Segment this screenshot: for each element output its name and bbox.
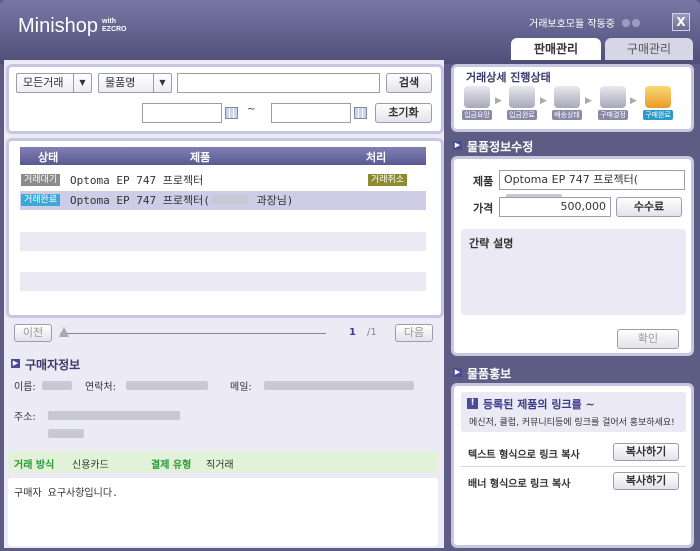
step-purchase-decision: 구매결정 — [598, 86, 628, 124]
payment-method-value: 신용카드 — [72, 460, 109, 471]
product-label: 제품 — [473, 175, 494, 188]
address-value — [48, 411, 180, 420]
arrow-right-icon: ▶ — [540, 96, 547, 106]
calendar-icon[interactable] — [354, 107, 367, 119]
product-name: Optoma EP 747 프로젝터 — [70, 174, 204, 187]
package-icon — [645, 86, 671, 108]
search-button[interactable]: 검색 — [386, 73, 432, 93]
price-input[interactable]: 500,000 — [499, 197, 611, 217]
date-from-input[interactable] — [142, 103, 222, 123]
address-detail-value — [48, 429, 84, 438]
trade-list-panel — [6, 138, 444, 318]
payment-type-value: 직거래 — [206, 460, 234, 471]
protection-status: 거래보호모듈 작동중 — [529, 19, 615, 30]
section-arrow-icon: ▶ — [453, 368, 462, 377]
next-page-button[interactable]: 다음 — [395, 324, 433, 342]
page-slider[interactable] — [60, 333, 326, 334]
table-row[interactable]: 거래완료 Optoma EP 747 프로젝터( 과장님) — [20, 191, 426, 210]
date-separator: ~ — [247, 104, 256, 115]
product-name-input[interactable]: Optoma EP 747 프로젝터( — [499, 170, 685, 203]
description-label: 간략 설명 — [469, 237, 514, 250]
buyer-info-title: 구매자정보 — [25, 358, 81, 372]
slider-handle[interactable] — [59, 327, 69, 337]
price-label: 가격 — [473, 202, 494, 215]
promo-notice: ! 등록된 제품의 링크를 ~ 메신저, 클럽, 커뮤니티등에 링크를 걸어서 … — [461, 392, 686, 432]
box-icon — [554, 86, 580, 108]
step-purchase-complete: 구매완료 — [643, 86, 673, 124]
status-dot-icon — [632, 19, 640, 27]
section-arrow-icon: ▶ — [453, 141, 462, 150]
arrow-right-icon: ▶ — [495, 96, 502, 106]
buyer-contact-row: 이름: 연락처: 메일: — [8, 373, 438, 396]
description-area[interactable]: 간략 설명 — [461, 229, 686, 315]
payment-info-row: 거래 방식 신용카드 결제 유형 직거래 — [8, 451, 438, 473]
info-icon: ! — [467, 398, 478, 409]
money-icon — [509, 86, 535, 108]
search-field-select[interactable]: 물품명 ▼ — [98, 73, 172, 93]
chevron-down-icon: ▼ — [153, 74, 171, 92]
section-arrow-icon: ▶ — [11, 359, 20, 368]
current-page: 1 — [349, 327, 356, 338]
step-deposit-required: 입금요망 — [462, 86, 492, 124]
promo-title: 물품홍보 — [467, 367, 512, 381]
progress-title: 거래상세 진행상태 — [466, 71, 551, 84]
logo-suffix: with EZCRO — [102, 18, 127, 33]
date-to-input[interactable] — [271, 103, 351, 123]
handshake-icon — [600, 86, 626, 108]
tab-buy-management[interactable]: 구매관리 — [605, 38, 693, 60]
product-name: Optoma EP 747 프로젝터( 과장님) — [70, 194, 294, 207]
reset-button[interactable]: 초기화 — [375, 103, 432, 123]
name-label: 이름: — [14, 382, 36, 393]
edit-product-title: 물품정보수정 — [467, 140, 534, 154]
contact-value — [126, 381, 208, 390]
promo-notice-text: 메신저, 클럽, 커뮤니티등에 링크를 걸어서 홍보하세요! — [469, 418, 675, 428]
status-dot-icon — [622, 19, 630, 27]
buyer-request-box: 구매자 요구사항입니다. — [8, 478, 438, 546]
app-logo: Minishop — [18, 15, 99, 37]
arrow-right-icon: ▶ — [630, 96, 637, 106]
address-label: 주소: — [14, 412, 36, 423]
fee-button[interactable]: 수수료 — [616, 197, 682, 217]
copy-text-link-button[interactable]: 복사하기 — [613, 443, 679, 461]
tab-sell-management[interactable]: 판매관리 — [511, 38, 601, 60]
name-value — [42, 381, 72, 390]
divider — [461, 466, 686, 467]
prev-page-button[interactable]: 이전 — [14, 324, 52, 342]
buyer-address-row: 주소: — [8, 402, 438, 444]
contact-label: 연락처: — [85, 382, 116, 393]
payment-type-label: 결제 유형 — [151, 460, 192, 471]
email-value — [264, 381, 414, 390]
confirm-button[interactable]: 확인 — [617, 329, 679, 349]
copy-banner-link-button[interactable]: 복사하기 — [613, 472, 679, 490]
text-link-label: 텍스트 형식으로 링크 복사 — [468, 450, 580, 461]
calendar-icon[interactable] — [225, 107, 238, 119]
status-badge: 거래완료 — [21, 194, 61, 206]
table-row — [20, 232, 426, 251]
close-button[interactable]: X — [672, 13, 690, 31]
magnifier-icon — [464, 86, 490, 108]
column-header-status: 상태 — [38, 151, 59, 164]
trade-type-select[interactable]: 모든거래 ▼ — [16, 73, 92, 93]
buyer-request-text: 구매자 요구사항입니다. — [14, 488, 119, 499]
payment-method-label: 거래 방식 — [14, 460, 55, 471]
chevron-down-icon: ▼ — [73, 74, 91, 92]
email-label: 메일: — [230, 382, 252, 393]
search-input[interactable] — [177, 73, 380, 93]
banner-link-label: 배너 형식으로 링크 복사 — [468, 479, 571, 490]
column-header-product: 제품 — [190, 151, 211, 164]
arrow-right-icon: ▶ — [585, 96, 592, 106]
step-shipping: 배송상태 — [552, 86, 582, 124]
cancel-trade-button[interactable]: 거래취소 — [368, 174, 408, 186]
table-row[interactable]: 거래대기 Optoma EP 747 프로젝터 거래취소 — [20, 171, 426, 190]
step-deposit-complete: 입금완료 — [507, 86, 537, 124]
table-row — [20, 272, 426, 291]
column-header-action: 처리 — [366, 151, 387, 164]
total-pages: /1 — [367, 327, 377, 338]
promo-notice-title: 등록된 제품의 링크를 ~ — [483, 398, 595, 411]
table-header: 상태 제품 처리 — [20, 147, 426, 165]
status-badge: 거래대기 — [21, 174, 61, 186]
